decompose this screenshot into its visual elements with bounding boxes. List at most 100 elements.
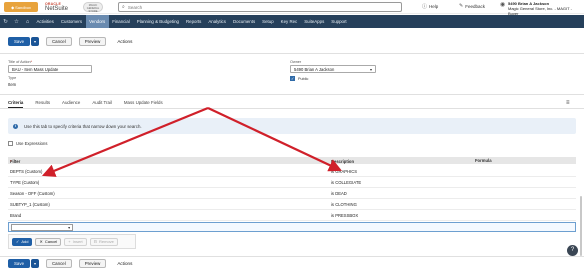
info-banner: i Use this tab to specify criteria that … [8,118,576,134]
cancel-button[interactable]: Cancel [46,259,72,268]
feedback-icon: ✎ [459,3,464,9]
nav-activities[interactable]: Activities [33,15,57,28]
filter-cell: Brand [10,213,22,218]
top-toolbar: Save ▾ Cancel Preview Actions [8,37,132,46]
tab-audit-trail[interactable]: Audit Trail [92,100,112,108]
owner-value: 5490 Brian A Jackson [294,66,335,72]
nav-vendors[interactable]: Vendors [85,15,109,28]
new-criteria-row[interactable]: ▾ [8,222,576,232]
section-divider [0,53,584,54]
nav-setup[interactable]: Setup [259,15,277,28]
chevron-down-icon: ▾ [68,226,70,230]
nav-financial[interactable]: Financial [109,15,134,28]
description-cell: is GRAPHICS [331,169,358,174]
global-header: ◆ Sandbox ORACLE NetSuite MAGIC GENERAL … [0,0,584,16]
tab-mass-update-fields[interactable]: Mass Update Fields [124,100,163,108]
check-icon: ✓ [16,239,20,244]
row-action-bar: ✓ Add ✕ Cancel + Insert ⊟ Remove [8,234,136,249]
nav-planning-budgeting[interactable]: Planning & Budgeting [133,15,182,28]
use-expressions-option: Use Expressions [8,141,47,146]
remove-row-button[interactable]: ⊟ Remove [89,237,118,246]
hamburger-menu-icon[interactable]: ≡ [566,100,570,106]
type-label: Type [8,76,17,80]
nav-key-rec[interactable]: Key Rec [277,15,301,28]
filter-cell: DEPTS (Custom) [10,169,43,174]
table-row[interactable]: Brand is PRESSBOX [8,210,576,221]
nav-customers[interactable]: Customers [57,15,85,28]
help-link[interactable]: ⓘ Help [422,3,438,10]
remove-icon: ⊟ [93,239,98,244]
user-icon: ◉ [500,2,506,8]
star-icon[interactable]: ☆ [11,19,22,25]
company-logo: MAGIC GENERAL STORE [83,2,103,13]
chevron-down-icon: ▾ [34,261,37,266]
add-row-button[interactable]: ✓ Add [12,237,33,246]
feedback-link[interactable]: ✎ Feedback [459,3,485,9]
sandbox-badge[interactable]: ◆ Sandbox [4,2,38,12]
close-icon: ✕ [39,239,43,244]
insert-row-button[interactable]: + Insert [64,237,87,246]
netsuite-logo: NetSuite [45,6,69,12]
nav-suiteapps[interactable]: SuiteApps [301,15,328,28]
search-icon: ⌕ [122,4,125,10]
title-label: Title of Action* [8,60,33,64]
use-expressions-label: Use Expressions [16,141,48,146]
plus-icon: + [68,239,71,244]
preview-button[interactable]: Preview [78,37,107,46]
scrollbar[interactable] [580,196,582,256]
cancel-row-button[interactable]: ✕ Cancel [35,237,62,246]
section-divider [0,256,584,257]
feedback-label: Feedback [465,3,485,9]
type-value: Item [8,82,17,87]
nav-documents[interactable]: Documents [229,15,258,28]
save-dropdown-button[interactable]: ▾ [31,259,40,268]
save-dropdown-button[interactable]: ▾ [31,37,40,46]
table-row[interactable]: Season - OFF (Custom) is DEAD [8,188,576,199]
actions-menu[interactable]: Actions [117,39,132,44]
chevron-down-icon: ▾ [369,67,372,72]
sandbox-label: Sandbox [15,4,31,10]
tab-audience[interactable]: Audience [62,100,80,108]
refresh-icon[interactable]: ↻ [0,19,11,25]
description-cell: is COLLEGIATE [331,180,362,185]
section-divider [0,94,584,95]
table-row[interactable]: TYPE (Custom) is COLLEGIATE [8,177,576,188]
public-checkbox[interactable]: ✓ [290,76,295,81]
assistant-help-icon[interactable]: ? [567,245,578,256]
nav-support[interactable]: Support [328,15,350,28]
tab-results[interactable]: Results [35,100,50,108]
table-row[interactable]: SUBTYP_1 (Custom) is CLOTHING [8,199,576,210]
global-search-input[interactable]: ⌕ Search [118,2,402,12]
user-menu[interactable]: ◉ 5490 Brian A Jackson Magic General Sto… [500,1,582,16]
preview-button[interactable]: Preview [78,259,107,268]
description-cell: is CLOTHING [331,202,357,207]
filter-select[interactable]: ▾ [11,224,73,231]
owner-select[interactable]: 5490 Brian A Jackson ▾ [290,65,376,73]
nav-analytics[interactable]: Analytics [205,15,230,28]
filter-cell: Season - OFF (Custom) [10,191,55,196]
formula-column-header[interactable]: Formula [475,158,492,163]
owner-label: Owner [290,60,302,64]
search-placeholder: Search [127,4,143,10]
help-label: Help [429,4,439,9]
filter-cell: TYPE (Custom) [10,180,40,185]
nav-reports[interactable]: Reports [183,15,205,28]
help-icon: ⓘ [422,4,428,10]
bottom-toolbar: Save ▾ Cancel Preview Actions [8,259,132,268]
public-label: Public [298,77,309,81]
save-button[interactable]: Save [8,259,31,268]
home-icon[interactable]: ⌂ [22,19,33,25]
sandbox-icon: ◆ [11,4,15,10]
title-input[interactable]: BAU - Item Mass Update [8,65,92,73]
save-button[interactable]: Save [8,37,31,46]
filter-cell: SUBTYP_1 (Custom) [10,202,50,207]
tab-criteria[interactable]: Criteria [8,100,24,108]
table-row[interactable]: DEPTS (Custom) is GRAPHICS [8,166,576,177]
info-icon: i [13,123,18,129]
subtabs: Criteria Results Audience Audit Trail Ma… [8,100,163,108]
chevron-down-icon: ▾ [34,39,37,44]
main-navigation: ↻ ☆ ⌂ Activities Customers Vendors Finan… [0,15,584,28]
cancel-button[interactable]: Cancel [46,37,72,46]
use-expressions-checkbox[interactable] [8,141,13,146]
actions-menu[interactable]: Actions [117,261,132,266]
